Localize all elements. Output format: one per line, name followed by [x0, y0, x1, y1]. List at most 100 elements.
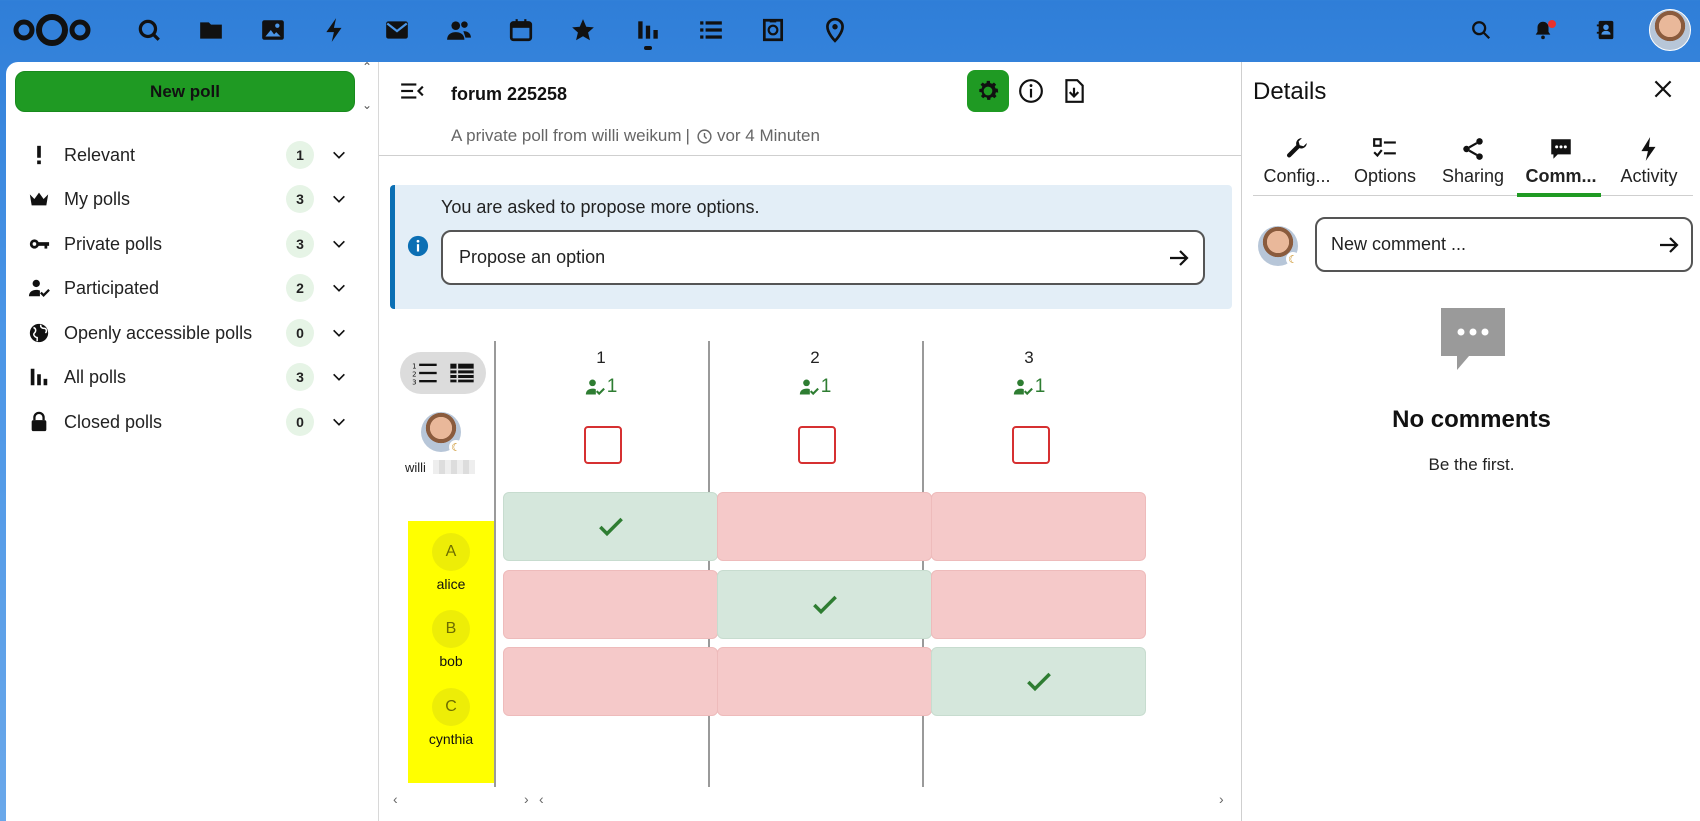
chevron-down-icon[interactable]: [328, 366, 350, 388]
vote-cell-yes: [717, 570, 932, 639]
app-calendar-icon[interactable]: [501, 10, 541, 50]
search-icon[interactable]: [1461, 10, 1501, 50]
column-divider: [494, 341, 496, 787]
app-maps-icon[interactable]: [815, 10, 855, 50]
option-label: 3: [1024, 348, 1034, 367]
key-icon: [24, 232, 54, 256]
nav-item-relevant[interactable]: Relevant 1: [16, 135, 366, 175]
own-vote-checkbox[interactable]: [584, 426, 622, 464]
crown-icon: [24, 187, 54, 211]
app-files-icon[interactable]: [191, 10, 231, 50]
chevron-down-icon[interactable]: [328, 233, 350, 255]
option-vote-count: 1: [999, 376, 1059, 398]
nav-scroll-down-icon[interactable]: ⌄: [362, 98, 372, 112]
app-contacts-icon[interactable]: [439, 10, 479, 50]
app-activity-icon[interactable]: [315, 10, 355, 50]
nav-item-my-polls[interactable]: My polls 3: [16, 179, 366, 219]
nav-item-count: 1: [286, 141, 314, 169]
tab-label: Activity: [1620, 166, 1678, 186]
owner-name: willi: [405, 460, 426, 475]
main-content: forum 225258 A private poll from willi w…: [378, 62, 1242, 821]
app-mail-icon[interactable]: [377, 10, 417, 50]
chevron-down-icon[interactable]: [328, 411, 350, 433]
nav-item-count: 3: [286, 363, 314, 391]
check-icon: [812, 595, 837, 614]
chevron-down-icon[interactable]: [328, 188, 350, 210]
poll-info-button[interactable]: [1010, 70, 1052, 112]
tab-options[interactable]: Options: [1341, 132, 1429, 196]
nav-item-participated[interactable]: Participated 2: [16, 268, 366, 308]
sidebar-title: Details: [1253, 78, 1327, 105]
notifications-bell-icon[interactable]: [1523, 10, 1563, 50]
vote-cell-yes: [503, 492, 718, 561]
nav-item-private-polls[interactable]: Private polls 3: [16, 224, 366, 264]
chevron-down-icon[interactable]: [328, 144, 350, 166]
scroll-left-icon[interactable]: ‹: [539, 791, 544, 807]
app-favorites-star-icon[interactable]: [563, 10, 603, 50]
tab-configuration[interactable]: Config...: [1253, 132, 1341, 196]
close-icon[interactable]: [1650, 76, 1676, 102]
user-avatar[interactable]: [1649, 9, 1691, 51]
option-vote-count: 1: [785, 376, 845, 398]
moon-status-icon: ☾: [449, 440, 463, 454]
app-forms-icon[interactable]: [753, 10, 793, 50]
scroll-left-icon[interactable]: ‹: [393, 791, 398, 807]
contacts-menu-icon[interactable]: [1586, 10, 1626, 50]
tab-activity[interactable]: Activity: [1605, 132, 1693, 196]
scroll-right-icon[interactable]: ›: [524, 791, 529, 807]
app-search-icon[interactable]: [129, 10, 169, 50]
notification-badge: [1548, 20, 1556, 28]
option-label: 2: [810, 348, 820, 367]
new-comment-input[interactable]: New comment ...: [1315, 217, 1693, 272]
scroll-right-icon[interactable]: ›: [1219, 791, 1224, 807]
nextcloud-logo-icon[interactable]: [12, 10, 92, 50]
nav-item-label: Closed polls: [64, 411, 163, 432]
tab-comments[interactable]: Comm...: [1517, 132, 1605, 197]
notice-text: You are asked to propose more options.: [441, 197, 760, 217]
exclamation-icon: [24, 143, 54, 167]
table-view-icon[interactable]: [448, 359, 476, 387]
column-divider: [922, 341, 924, 787]
file-download-icon: [1065, 79, 1084, 103]
chevron-down-icon[interactable]: [328, 322, 350, 344]
top-bar: [0, 0, 1700, 60]
vote-count: 1: [606, 376, 618, 397]
participant-name: bob: [439, 653, 463, 669]
arrow-right-icon[interactable]: [1167, 246, 1191, 270]
left-navigation: New poll ⌃ ⌄ Relevant 1 My polls 3 Priva…: [6, 60, 378, 821]
poll-subtitle: A private poll from willi weikum | vor 4…: [451, 126, 820, 146]
vote-cell-no: [931, 492, 1146, 561]
subtitle-separator: |: [685, 126, 690, 145]
own-vote-checkbox[interactable]: [798, 426, 836, 464]
nav-item-all-polls[interactable]: All polls 3: [16, 357, 366, 397]
moon-status-icon: ☾: [1286, 252, 1300, 266]
new-poll-button[interactable]: New poll: [15, 71, 355, 112]
app-photos-icon[interactable]: [253, 10, 293, 50]
own-vote-checkbox[interactable]: [1012, 426, 1050, 464]
toggle-navigation-icon[interactable]: [399, 78, 425, 104]
info-circle-icon: [407, 235, 429, 257]
nav-scroll-up-icon[interactable]: ⌃: [362, 60, 372, 74]
app-tasks-icon[interactable]: [691, 10, 731, 50]
app-polls-icon[interactable]: [628, 10, 668, 50]
propose-option-input[interactable]: Propose an option: [441, 230, 1205, 285]
poll-owner-text: A private poll from willi weikum: [451, 126, 682, 145]
nav-item-label: Private polls: [64, 233, 163, 254]
nav-item-openly-accessible-polls[interactable]: Openly accessible polls 0: [16, 313, 366, 353]
tab-sharing[interactable]: Sharing: [1429, 132, 1517, 196]
arrow-right-icon[interactable]: [1657, 233, 1681, 257]
chevron-down-icon[interactable]: [328, 277, 350, 299]
option-label: 1: [596, 348, 606, 367]
poll-settings-button[interactable]: [967, 70, 1009, 112]
nav-item-label: All polls: [64, 366, 127, 387]
list-view-icon[interactable]: 123: [411, 359, 439, 387]
vote-cell-no: [503, 570, 718, 639]
vote-cell-no: [503, 647, 718, 716]
nav-item-count: 0: [286, 319, 314, 347]
checklist-icon: [1373, 138, 1396, 158]
view-mode-toggle[interactable]: 123: [400, 352, 486, 394]
column-divider: [708, 341, 710, 787]
nav-item-closed-polls[interactable]: Closed polls 0: [16, 402, 366, 442]
export-poll-button[interactable]: [1053, 70, 1095, 112]
empty-state-subtitle: Be the first.: [1428, 455, 1515, 474]
